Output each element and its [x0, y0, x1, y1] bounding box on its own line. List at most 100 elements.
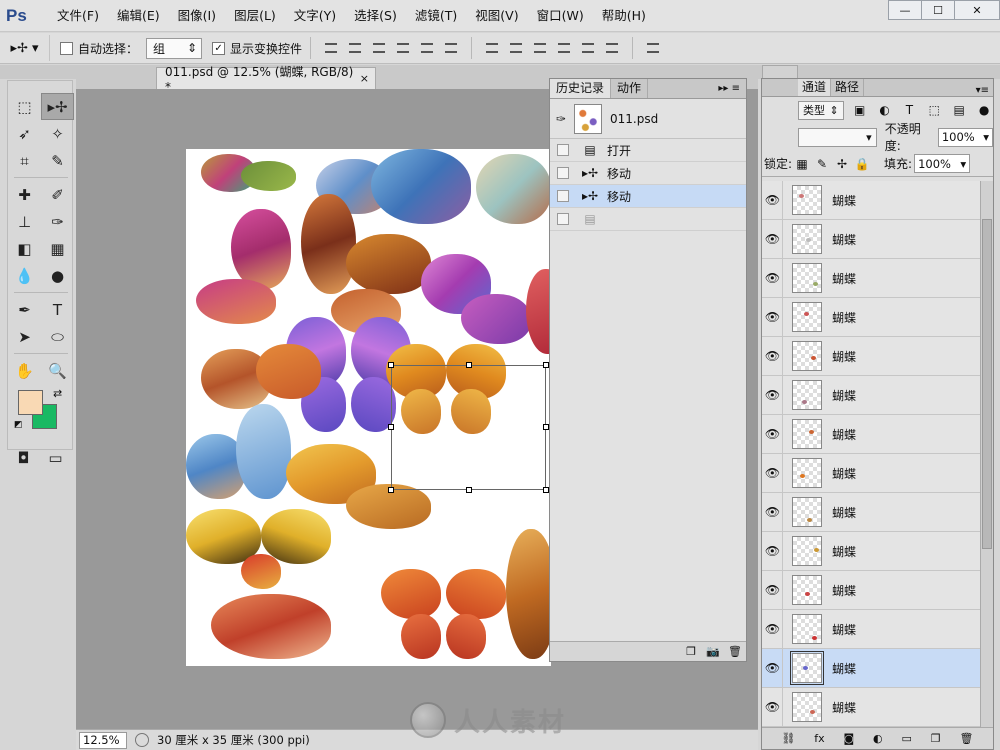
menu-item[interactable]: 帮助(H) [593, 0, 655, 32]
menu-item[interactable]: 图像(I) [169, 0, 225, 32]
filter-shape-icon[interactable]: ⬚ [925, 103, 943, 117]
filter-type-icon[interactable]: T [901, 103, 919, 117]
menu-item[interactable]: 文件(F) [48, 0, 108, 32]
layer-row[interactable]: 👁 蝴蝶 [762, 375, 981, 415]
align-hcenter-icon[interactable] [418, 40, 436, 56]
layer-row[interactable]: 👁 蝴蝶 [762, 531, 981, 571]
layer-row[interactable]: 👁 蝴蝶 [762, 297, 981, 337]
new-snapshot-icon[interactable]: 📷 [702, 645, 724, 658]
menu-item[interactable]: 文字(Y) [285, 0, 345, 32]
transform-handle[interactable] [388, 487, 394, 493]
layer-row[interactable]: 👁 蝴蝶 [762, 570, 981, 610]
lock-position-icon[interactable]: ✢ [832, 157, 852, 171]
distribute-right-icon[interactable] [603, 40, 621, 56]
pen-tool-icon[interactable]: ✒ [8, 296, 41, 323]
auto-select-checkbox[interactable] [60, 41, 73, 55]
scrollbar-thumb[interactable] [982, 219, 992, 549]
status-info-icon[interactable] [135, 733, 149, 747]
swap-colors-icon[interactable]: ⇄ [53, 387, 62, 400]
dodge-tool-icon[interactable]: ● [41, 262, 74, 289]
menu-item[interactable]: 选择(S) [345, 0, 406, 32]
ellipse-tool-icon[interactable]: ⬭ [41, 323, 74, 350]
align-left-icon[interactable] [394, 40, 412, 56]
history-state[interactable]: ▤ 打开 [550, 139, 746, 162]
clone-stamp-tool-icon[interactable]: ⊥ [8, 208, 41, 235]
menu-item[interactable]: 窗口(W) [528, 0, 593, 32]
auto-align-icon[interactable] [644, 40, 662, 56]
new-document-from-state-icon[interactable]: ❐ [680, 645, 702, 658]
eraser-tool-icon[interactable]: ◧ [8, 235, 41, 262]
layer-row[interactable]: 👁 蝴蝶 [762, 414, 981, 454]
filter-smart-object-icon[interactable]: ▤ [950, 103, 968, 117]
gradient-tool-icon[interactable]: ▦ [41, 235, 74, 262]
new-group-icon[interactable]: ▭ [902, 732, 912, 745]
lock-all-icon[interactable]: 🔒 [852, 157, 872, 171]
history-brush-checkbox[interactable] [557, 190, 569, 202]
delete-state-icon[interactable]: 🗑 [724, 645, 746, 658]
visibility-eye-icon[interactable]: 👁 [763, 297, 783, 337]
tab-channels[interactable]: 通道 [798, 79, 832, 96]
foreground-color-swatch[interactable] [18, 390, 43, 415]
layer-row[interactable]: 👁 蝴蝶 [762, 180, 981, 220]
panel-menu-icon[interactable]: ▾≡ [976, 85, 993, 96]
menu-item[interactable]: 图层(L) [225, 0, 285, 32]
marquee-tool-icon[interactable]: ⬚ [8, 93, 41, 120]
visibility-eye-icon[interactable]: 👁 [763, 180, 783, 220]
visibility-eye-icon[interactable]: 👁 [763, 531, 783, 571]
history-brush-checkbox[interactable] [557, 213, 569, 225]
new-layer-icon[interactable]: ❐ [931, 732, 941, 745]
adjustment-layer-icon[interactable]: ◐ [873, 732, 883, 745]
quick-mask-icon[interactable]: ◘ [17, 444, 29, 471]
distribute-hcenter-icon[interactable] [579, 40, 597, 56]
layer-row[interactable]: 👁 蝴蝶 [762, 648, 981, 688]
distribute-vcenter-icon[interactable] [507, 40, 525, 56]
align-bottom-icon[interactable] [370, 40, 388, 56]
healing-brush-tool-icon[interactable]: ✚ [8, 181, 41, 208]
visibility-eye-icon[interactable]: 👁 [763, 492, 783, 532]
brush-tool-icon[interactable]: ✐ [41, 181, 74, 208]
delete-layer-icon[interactable]: 🗑 [960, 732, 974, 745]
close-tab-icon[interactable]: × [360, 72, 369, 85]
align-top-icon[interactable] [322, 40, 340, 56]
distribute-top-icon[interactable] [483, 40, 501, 56]
tab-paths[interactable]: 路径 [831, 79, 865, 96]
history-brush-tool-icon[interactable]: ✑ [41, 208, 74, 235]
visibility-eye-icon[interactable]: 👁 [763, 453, 783, 493]
layers-scrollbar[interactable] [980, 181, 993, 727]
align-right-icon[interactable] [442, 40, 460, 56]
visibility-eye-icon[interactable]: 👁 [763, 258, 783, 298]
layer-row[interactable]: 👁 蝴蝶 [762, 258, 981, 298]
visibility-eye-icon[interactable]: 👁 [763, 570, 783, 610]
tab-history[interactable]: 历史记录 [550, 79, 612, 98]
visibility-eye-icon[interactable]: 👁 [763, 375, 783, 415]
tab-actions[interactable]: 动作 [611, 79, 649, 98]
menu-item[interactable]: 编辑(E) [108, 0, 169, 32]
opacity-field[interactable]: 100% ▾ [937, 127, 993, 147]
document-tab[interactable]: 011.psd @ 12.5% (蝴蝶, RGB/8) * × [156, 65, 376, 94]
lock-pixels-icon[interactable]: ✎ [812, 157, 832, 171]
distribute-bottom-icon[interactable] [531, 40, 549, 56]
visibility-eye-icon[interactable]: 👁 [763, 336, 783, 376]
default-colors-icon[interactable]: ◩ [14, 420, 23, 430]
zoom-tool-icon[interactable]: 🔍 [41, 357, 74, 384]
filter-pixel-icon[interactable]: ▣ [851, 103, 869, 117]
transform-handle[interactable] [466, 487, 472, 493]
layer-row[interactable]: 👁 蝴蝶 [762, 492, 981, 532]
link-layers-icon[interactable]: ⛓ [781, 732, 795, 745]
lasso-tool-icon[interactable]: ➶ [8, 120, 41, 147]
transform-handle[interactable] [388, 362, 394, 368]
filter-toggle-icon[interactable]: ● [975, 103, 993, 117]
panel-menu-icon[interactable]: ▸▸ ≡ [718, 79, 746, 98]
auto-select-dropdown[interactable]: 组 ⇕ [146, 37, 203, 59]
filter-adjustment-icon[interactable]: ◐ [876, 103, 894, 117]
kind-filter-dropdown[interactable]: 类型 ⇕ [798, 100, 844, 120]
transform-bounding-box[interactable] [388, 362, 549, 493]
history-state[interactable]: ▤ [550, 208, 746, 231]
history-snapshot[interactable]: ✑ 011.psd [550, 99, 746, 139]
layer-row[interactable]: 👁 蝴蝶 [762, 687, 981, 727]
align-vcenter-icon[interactable] [346, 40, 364, 56]
path-selection-tool-icon[interactable]: ➤ [8, 323, 41, 350]
minimize-button[interactable]: — [888, 0, 922, 20]
close-button[interactable]: ✕ [954, 0, 1000, 20]
visibility-eye-icon[interactable]: 👁 [763, 609, 783, 649]
